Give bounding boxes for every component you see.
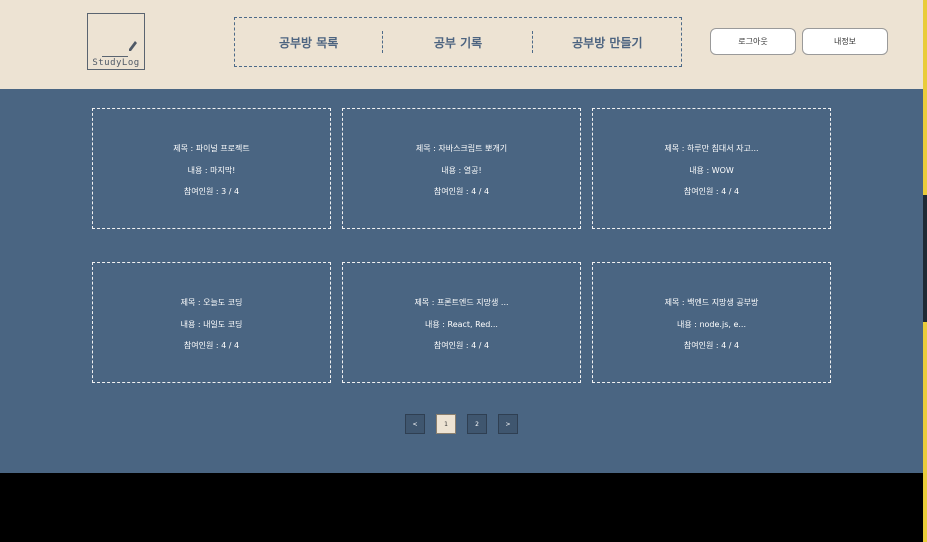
room-members: 참여인원 : 4 / 4 <box>683 187 740 196</box>
room-members: 참여인원 : 4 / 4 <box>433 341 490 350</box>
room-card[interactable]: 제목 : 파이널 프로젝트 내용 : 마지막! 참여인원 : 3 / 4 <box>92 108 331 229</box>
page-button-2[interactable]: 2 <box>467 414 487 434</box>
room-members: 참여인원 : 4 / 4 <box>683 341 740 350</box>
room-card[interactable]: 제목 : 프론트엔드 지망생 ... 내용 : React, Red... 참여… <box>342 262 581 383</box>
room-card[interactable]: 제목 : 백엔드 지망생 공부방 내용 : node.js, e... 참여인원… <box>592 262 831 383</box>
edge-strip <box>923 322 927 542</box>
room-content: 내용 : React, Red... <box>425 320 498 329</box>
logo-text: StudyLog <box>92 58 140 68</box>
room-title: 제목 : 프론트엔드 지망생 ... <box>414 298 509 307</box>
nav-room-list[interactable]: 공부방 목록 <box>235 34 382 51</box>
room-title: 제목 : 하루만 침대서 자고... <box>664 144 759 153</box>
edge-strip <box>923 0 927 195</box>
nav-study-log[interactable]: 공부 기록 <box>384 34 531 51</box>
main-nav: 공부방 목록 공부 기록 공부방 만들기 <box>234 17 682 67</box>
studylog-logo[interactable]: StudyLog <box>87 13 145 70</box>
room-card[interactable]: 제목 : 자바스크립트 뽀개기 내용 : 열공! 참여인원 : 4 / 4 <box>342 108 581 229</box>
room-card[interactable]: 제목 : 하루만 침대서 자고... 내용 : WOW 참여인원 : 4 / 4 <box>592 108 831 229</box>
next-page-button[interactable]: > <box>498 414 518 434</box>
prev-page-button[interactable]: < <box>405 414 425 434</box>
nav-create-room[interactable]: 공부방 만들기 <box>534 34 681 51</box>
room-content: 내용 : 내일도 코딩 <box>180 320 243 329</box>
room-content: 내용 : WOW <box>689 166 734 175</box>
header: StudyLog 공부방 목록 공부 기록 공부방 만들기 로그아웃 내정보 <box>0 0 923 89</box>
room-title: 제목 : 파이널 프로젝트 <box>173 144 250 153</box>
page-button-1[interactable]: 1 <box>436 414 456 434</box>
edge-strip <box>923 195 927 322</box>
room-title: 제목 : 자바스크립트 뽀개기 <box>415 144 508 153</box>
room-content: 내용 : 마지막! <box>187 166 236 175</box>
page-body: StudyLog 공부방 목록 공부 기록 공부방 만들기 로그아웃 내정보 제… <box>0 0 923 473</box>
room-content: 내용 : 열공! <box>441 166 482 175</box>
room-card[interactable]: 제목 : 오늘도 코딩 내용 : 내일도 코딩 참여인원 : 4 / 4 <box>92 262 331 383</box>
room-title: 제목 : 오늘도 코딩 <box>180 298 243 307</box>
room-content: 내용 : node.js, e... <box>676 320 747 329</box>
pencil-icon <box>129 41 137 51</box>
logout-button[interactable]: 로그아웃 <box>710 28 796 55</box>
my-info-button[interactable]: 내정보 <box>802 28 888 55</box>
logo-underline <box>102 56 128 57</box>
room-title: 제목 : 백엔드 지망생 공부방 <box>664 298 759 307</box>
room-members: 참여인원 : 4 / 4 <box>433 187 490 196</box>
room-members: 참여인원 : 4 / 4 <box>183 341 240 350</box>
room-members: 참여인원 : 3 / 4 <box>183 187 240 196</box>
